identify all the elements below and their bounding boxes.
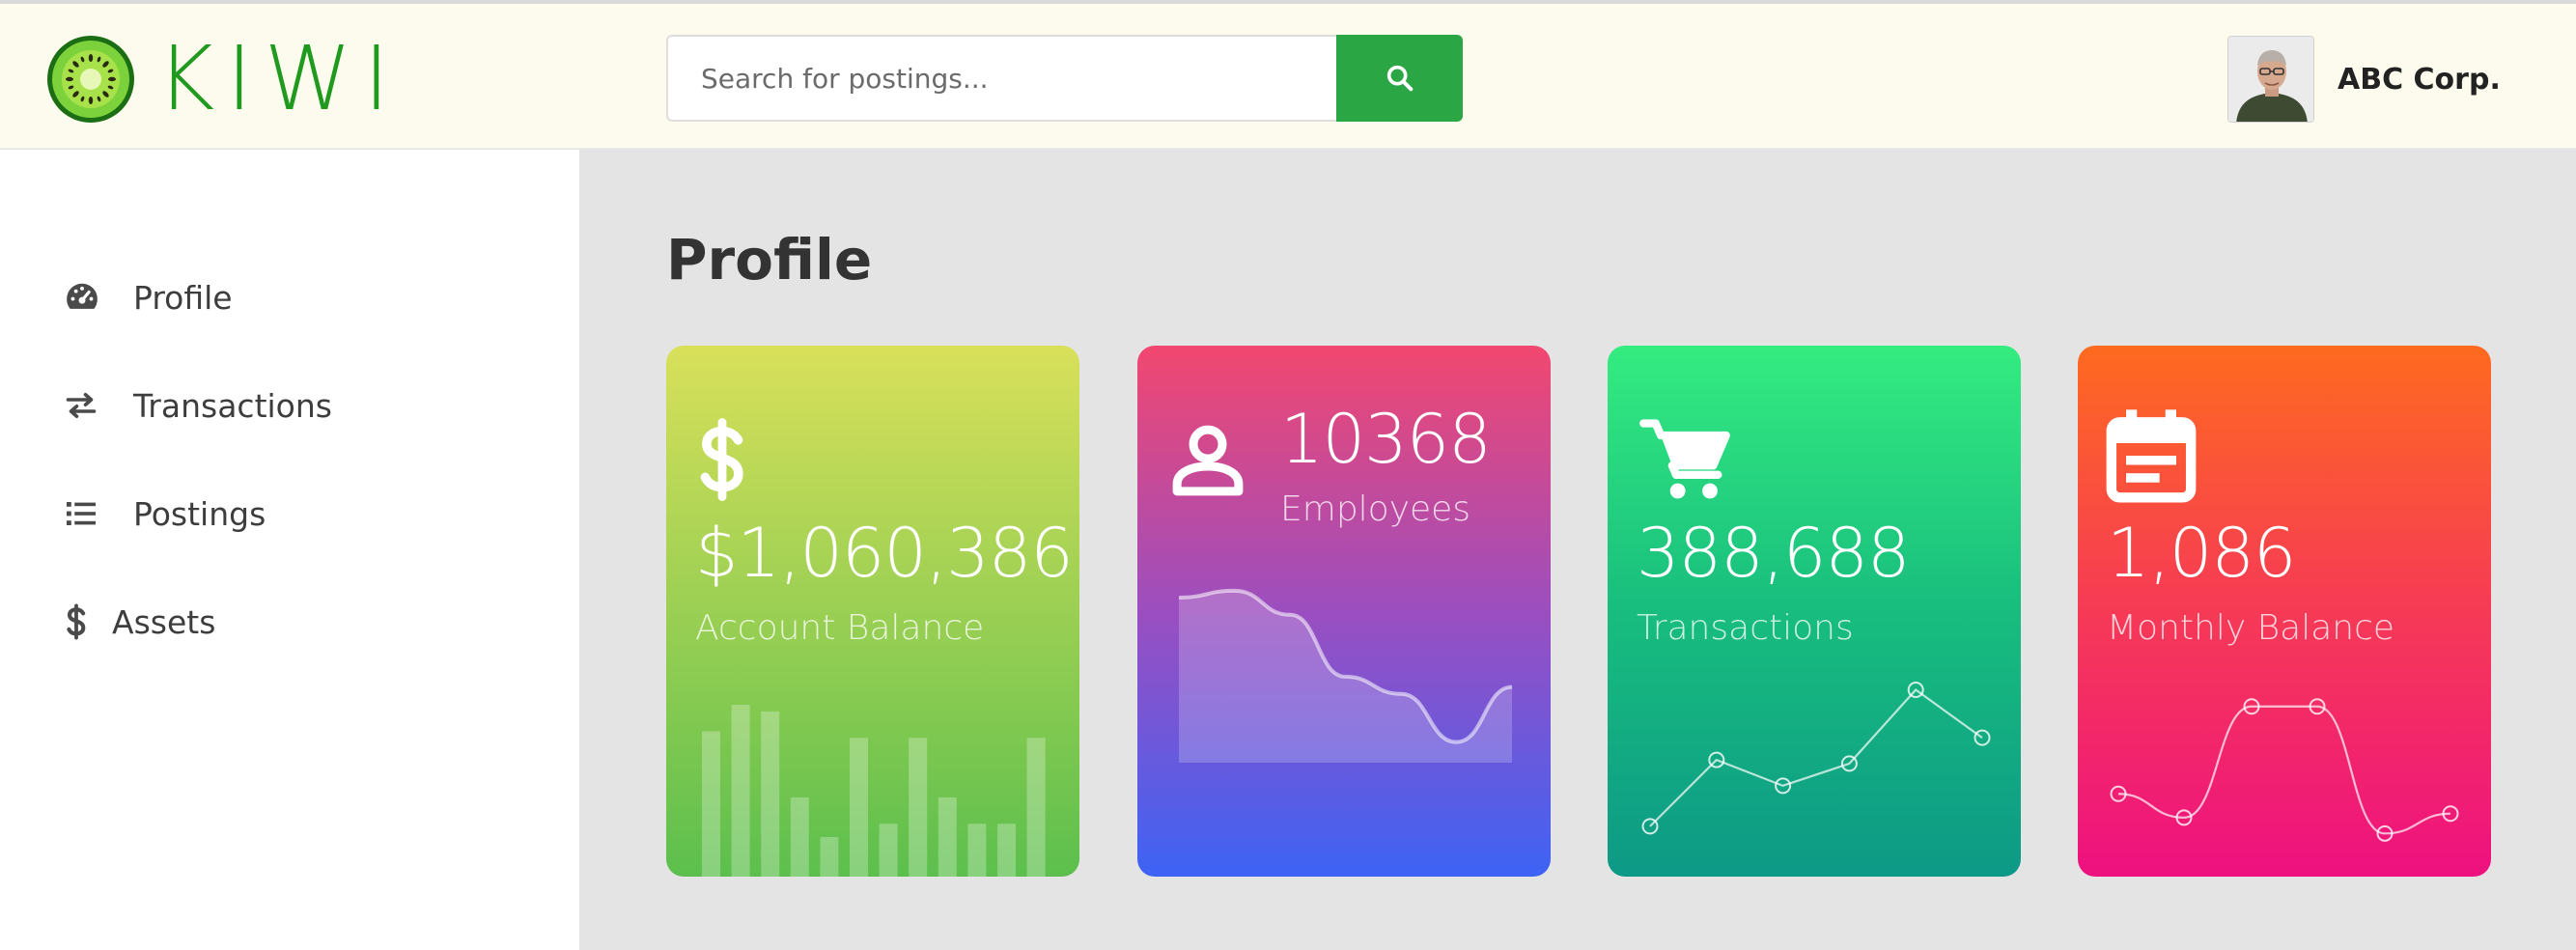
sidebar-item-assets[interactable]: Assets: [64, 593, 215, 651]
chart-line: [2117, 705, 2451, 835]
brand-logo[interactable]: KIWI: [46, 35, 402, 124]
search-icon: [1386, 65, 1413, 92]
chart-bar: [997, 824, 1016, 877]
page-title: Profile: [666, 227, 873, 293]
chart-bar: [850, 738, 868, 877]
chart-bar: [761, 711, 780, 877]
chart-bar: [1026, 738, 1046, 877]
exchange-icon: [64, 384, 106, 427]
chart-bar: [909, 738, 928, 877]
kiwi-logo-icon: [47, 36, 134, 123]
user-menu[interactable]: ABC Corp.: [2227, 35, 2501, 124]
chart-bar: [938, 796, 957, 877]
sidebar-item-postings[interactable]: Postings: [64, 485, 266, 543]
chart-bar: [967, 824, 987, 877]
sidebar-item-label: Assets: [112, 602, 216, 641]
chart-bar: [820, 836, 839, 877]
company-name[interactable]: ABC Corp.: [2338, 63, 2501, 97]
stat-card-monthly-balance[interactable]: 1,086 Monthly Balance: [2078, 346, 2491, 877]
area-chart: [1178, 588, 1513, 763]
chart-bar: [790, 796, 809, 877]
chart-bar: [731, 705, 750, 877]
sidebar-item-label: Profile: [133, 278, 233, 317]
brand-name: KIWI: [156, 27, 402, 130]
sidebar-item-transactions[interactable]: Transactions: [64, 377, 332, 434]
chart-line: [1649, 687, 1983, 827]
stat-card-account-balance[interactable]: $1,060,386 Account Balance: [666, 346, 1079, 877]
stat-card-employees[interactable]: 10368 Employees: [1137, 346, 1551, 877]
sidebar-item-label: Transactions: [133, 386, 332, 425]
line-chart: [1641, 681, 1991, 835]
chart-bar: [879, 824, 898, 877]
curve-chart: [2110, 698, 2459, 842]
list-icon: [64, 492, 106, 535]
bar-chart: [702, 705, 1046, 877]
chart-point: [1641, 818, 1659, 835]
search-input[interactable]: [666, 35, 1336, 122]
sidebar-item-label: Postings: [133, 494, 266, 533]
sidebar-item-profile[interactable]: Profile: [64, 268, 233, 326]
dollar-icon: [64, 601, 91, 643]
sidebar: Profile Transactions Postings Assets: [0, 150, 579, 950]
search-button[interactable]: [1336, 35, 1463, 122]
user-avatar[interactable]: [2227, 36, 2314, 123]
dashboard-icon: [64, 276, 106, 319]
search-bar: [666, 35, 1463, 122]
avatar-photo: [2228, 37, 2313, 122]
top-header: KIWI ABC Corp.: [0, 4, 2576, 149]
stat-card-transactions[interactable]: 388,688 Transactions: [1608, 346, 2021, 877]
chart-bar: [702, 731, 720, 877]
